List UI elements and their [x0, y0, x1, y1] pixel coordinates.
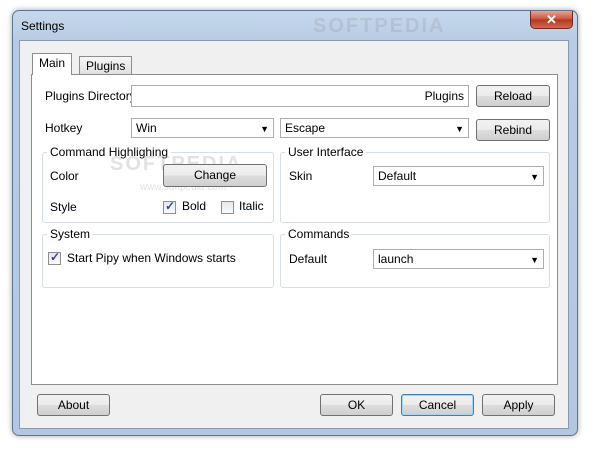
cancel-button[interactable]: Cancel [401, 394, 474, 416]
skin-value: Default [378, 169, 417, 183]
ok-button[interactable]: OK [320, 394, 393, 416]
cancel-button-label: Cancel [418, 398, 457, 412]
user-interface-title: User Interface [285, 145, 367, 159]
reload-button-label: Reload [493, 89, 533, 103]
system-title: System [47, 227, 94, 241]
skin-label: Skin [289, 169, 313, 183]
hotkey-modifier-value: Win [136, 121, 157, 135]
commands-title: Commands [285, 227, 353, 241]
plugins-directory-input[interactable]: Plugins [131, 85, 469, 107]
tab-main[interactable]: Main [32, 53, 73, 75]
tab-plugins-label: Plugins [86, 59, 126, 73]
default-command-select[interactable]: launch ▼ [373, 249, 544, 269]
startup-label: Start Pipy when Windows starts [67, 251, 236, 265]
style-label: Style [50, 200, 77, 214]
bold-label: Bold [182, 199, 207, 213]
title-watermark: SOFTPEDIA [313, 15, 446, 37]
title-bar[interactable]: Settings SOFTPEDIA ✕ [13, 11, 577, 41]
hotkey-modifier-select[interactable]: Win ▼ [131, 118, 274, 138]
window-title: Settings [21, 19, 65, 33]
chevron-down-icon: ▼ [260, 124, 269, 134]
color-label: Color [50, 169, 79, 183]
rebind-button-label: Rebind [493, 123, 533, 137]
about-button[interactable]: About [37, 394, 110, 416]
user-interface-group [280, 152, 550, 223]
about-button-label: About [57, 398, 90, 412]
italic-label: Italic [239, 199, 264, 213]
change-button-label: Change [193, 168, 237, 182]
hotkey-key-select[interactable]: Escape ▼ [280, 118, 469, 138]
chevron-down-icon: ▼ [530, 172, 539, 182]
default-command-value: launch [378, 252, 414, 266]
apply-button-label: Apply [503, 398, 534, 412]
ok-button-label: OK [347, 398, 366, 412]
hotkey-key-value: Escape [285, 121, 326, 135]
check-icon: ✓ [50, 250, 61, 264]
close-button[interactable]: ✕ [530, 11, 573, 29]
change-color-button[interactable]: Change [163, 164, 267, 187]
bold-checkbox[interactable]: ✓ [163, 199, 176, 214]
plugins-directory-label: Plugins Directory [45, 89, 136, 103]
tab-plugins[interactable]: Plugins [79, 56, 133, 76]
chevron-down-icon: ▼ [455, 124, 464, 134]
italic-checkbox[interactable] [221, 201, 234, 214]
chevron-down-icon: ▼ [530, 255, 539, 265]
check-icon: ✓ [165, 199, 176, 213]
apply-button[interactable]: Apply [482, 394, 555, 416]
rebind-button[interactable]: Rebind [476, 119, 550, 141]
startup-checkbox[interactable]: ✓ [48, 250, 61, 265]
skin-select[interactable]: Default ▼ [373, 166, 544, 186]
plugins-directory-value: Plugins [424, 89, 464, 103]
close-icon: ✕ [546, 12, 557, 27]
hotkey-label: Hotkey [45, 121, 83, 135]
reload-button[interactable]: Reload [476, 85, 550, 107]
tab-main-label: Main [39, 56, 66, 70]
default-command-label: Default [289, 252, 328, 266]
